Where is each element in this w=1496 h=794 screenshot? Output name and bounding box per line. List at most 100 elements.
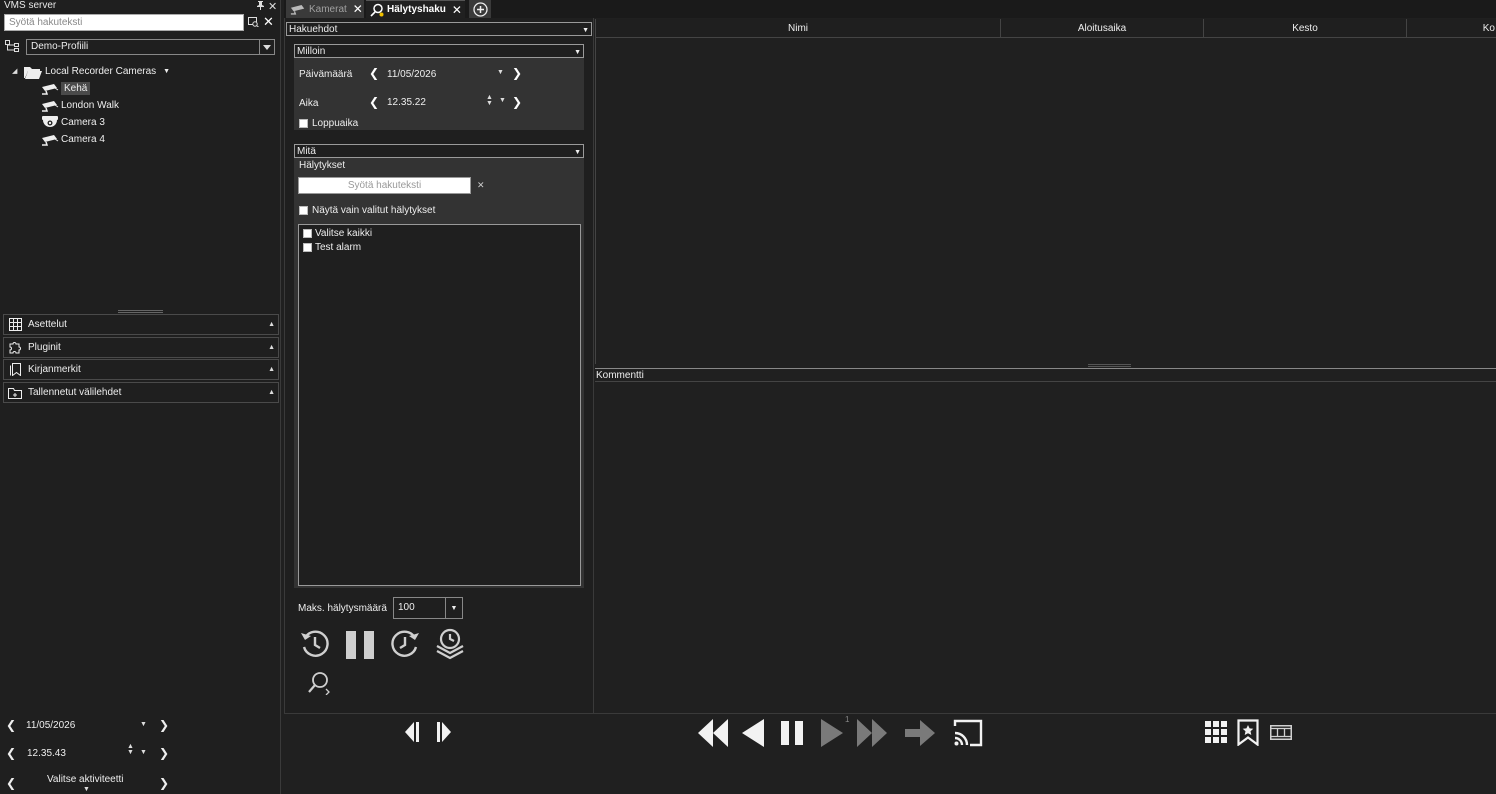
dropdown-caret-icon[interactable]: ▼ <box>163 68 170 75</box>
pause-search-icon[interactable] <box>345 631 375 659</box>
what-header-label: Mitä <box>297 145 316 157</box>
activity-dropdown-icon[interactable]: ▼ <box>83 786 90 793</box>
column-header-start-time[interactable]: Aloitusaika <box>1001 19 1204 38</box>
fast-forward-icon[interactable] <box>857 719 887 747</box>
when-header-label: Milloin <box>297 45 326 57</box>
max-count-value: 100 <box>398 602 415 613</box>
add-tab-button[interactable] <box>469 0 491 18</box>
bullet-camera-icon <box>41 83 59 95</box>
previous-date-icon[interactable]: ❮ <box>6 718 16 732</box>
go-to-live-icon[interactable] <box>905 720 935 746</box>
camera-label: Kehä <box>61 82 91 95</box>
panel-splitter[interactable] <box>118 310 163 313</box>
tree-camera-item[interactable]: London Walk <box>41 97 119 114</box>
play-forward-icon[interactable] <box>821 719 843 747</box>
nav-time-value[interactable]: 12.35.43 <box>27 748 66 759</box>
search-options-icon[interactable] <box>248 17 259 27</box>
search-around-icon[interactable] <box>434 628 466 660</box>
when-section-header[interactable]: Milloin ▼ <box>294 44 584 58</box>
previous-activity-icon[interactable]: ❮ <box>6 776 16 790</box>
camera-search-input[interactable] <box>4 14 244 31</box>
date-dropdown-icon[interactable]: ▼ <box>140 721 147 728</box>
profile-select[interactable]: Demo-Profiili <box>26 39 275 55</box>
tree-root-folder[interactable]: Local Recorder Cameras ▼ <box>24 63 170 80</box>
max-count-select[interactable]: 100 ▼ <box>393 597 463 619</box>
search-backward-icon[interactable] <box>299 628 331 660</box>
alarm-item-checkbox[interactable] <box>303 243 312 252</box>
alarm-list-item[interactable]: Test alarm <box>315 242 361 253</box>
layout-grid-icon[interactable] <box>1205 721 1227 743</box>
tab-label: Hälytyshaku <box>387 4 446 15</box>
next-date-icon[interactable]: ❯ <box>159 718 169 732</box>
chevron-up-icon: ▲ <box>268 344 275 351</box>
next-time-icon[interactable]: ❯ <box>159 746 169 760</box>
max-count-label: Maks. hälytysmäärä <box>298 603 387 614</box>
tree-collapse-icon[interactable]: ◢ <box>12 67 17 75</box>
tree-root-label: Local Recorder Cameras <box>45 66 157 77</box>
play-reverse-icon[interactable] <box>742 719 764 747</box>
step-back-icon[interactable] <box>405 722 427 742</box>
close-tab-icon[interactable]: ✕ <box>452 3 462 17</box>
clear-alarm-search-icon[interactable]: ✕ <box>477 180 485 191</box>
search-icon[interactable] <box>307 671 331 695</box>
column-header-name[interactable]: Nimi <box>595 19 1001 38</box>
criteria-header[interactable]: Hakuehdot ▼ <box>286 22 592 36</box>
panel-title: VMS server <box>4 0 57 11</box>
next-date-icon[interactable]: ❯ <box>512 66 522 80</box>
what-section-header[interactable]: Mitä ▼ <box>294 144 584 158</box>
date-value[interactable]: 11/05/2026 <box>387 69 436 80</box>
chevron-down-icon: ▼ <box>582 27 589 34</box>
alarm-search-icon <box>370 3 384 17</box>
previous-time-icon[interactable]: ❮ <box>6 746 16 760</box>
pause-icon[interactable] <box>781 721 803 745</box>
time-value[interactable]: 12.35.22 <box>387 97 426 108</box>
end-time-label: Loppuaika <box>312 118 359 129</box>
previous-date-icon[interactable]: ❮ <box>369 66 379 80</box>
time-dropdown-icon[interactable]: ▼ <box>140 749 147 756</box>
tree-camera-item[interactable]: Camera 3 <box>41 114 105 131</box>
filmstrip-icon[interactable] <box>1270 725 1292 740</box>
chevron-down-icon: ▼ <box>574 49 581 56</box>
fast-rewind-icon[interactable] <box>698 719 728 747</box>
accordion-saved-tabs[interactable]: Tallennetut välilehdet ▲ <box>3 382 279 403</box>
column-header-duration[interactable]: Kesto <box>1204 19 1407 38</box>
bookmark-icon[interactable] <box>1237 719 1259 746</box>
close-panel-icon[interactable]: ✕ <box>268 0 277 13</box>
nav-date-value[interactable]: 11/05/2026 <box>26 720 75 731</box>
date-dropdown-icon[interactable]: ▼ <box>497 69 504 76</box>
close-tab-icon[interactable]: ✕ <box>353 2 363 16</box>
tab-cameras[interactable]: Kamerat ✕ <box>286 0 364 18</box>
select-all-checkbox[interactable] <box>303 229 312 238</box>
time-spinner-icon[interactable]: ▲ ▼ <box>127 743 134 756</box>
time-spinner-icon[interactable]: ▲ ▼ <box>486 94 493 107</box>
alarm-list[interactable] <box>298 224 581 586</box>
accordion-layouts[interactable]: Asettelut ▲ <box>3 314 279 335</box>
previous-time-icon[interactable]: ❮ <box>369 95 379 109</box>
only-selected-checkbox[interactable] <box>299 206 308 215</box>
column-header-comment[interactable]: Ko <box>1407 19 1496 38</box>
end-time-checkbox[interactable] <box>299 119 308 128</box>
chevron-up-icon: ▲ <box>268 321 275 328</box>
next-time-icon[interactable]: ❯ <box>512 95 522 109</box>
search-forward-icon[interactable] <box>389 628 421 660</box>
camera-label: Camera 4 <box>61 134 105 145</box>
pin-icon[interactable] <box>256 1 265 10</box>
step-forward-icon[interactable] <box>437 722 459 742</box>
results-splitter[interactable] <box>1088 364 1131 367</box>
alarm-search-input[interactable] <box>298 177 471 194</box>
tree-camera-item[interactable]: Kehä <box>41 80 91 97</box>
cast-icon[interactable] <box>953 718 983 748</box>
time-dropdown-icon[interactable]: ▼ <box>499 97 506 104</box>
accordion-label: Asettelut <box>28 319 67 330</box>
chevron-down-icon <box>259 40 274 54</box>
accordion-plugins[interactable]: Pluginit ▲ <box>3 337 279 358</box>
accordion-bookmarks[interactable]: Kirjanmerkit ▲ <box>3 359 279 380</box>
chevron-down-icon: ▼ <box>574 149 581 156</box>
tab-alarm-search[interactable]: Hälytyshaku ✕ <box>366 0 465 18</box>
clear-search-icon[interactable]: ✕ <box>263 14 274 30</box>
tree-camera-item[interactable]: Camera 4 <box>41 131 105 148</box>
activity-select[interactable]: Valitse aktiviteetti <box>47 774 124 785</box>
alarm-list-item[interactable]: Valitse kaikki <box>315 228 372 239</box>
playback-bar <box>284 713 1496 794</box>
next-activity-icon[interactable]: ❯ <box>159 776 169 790</box>
